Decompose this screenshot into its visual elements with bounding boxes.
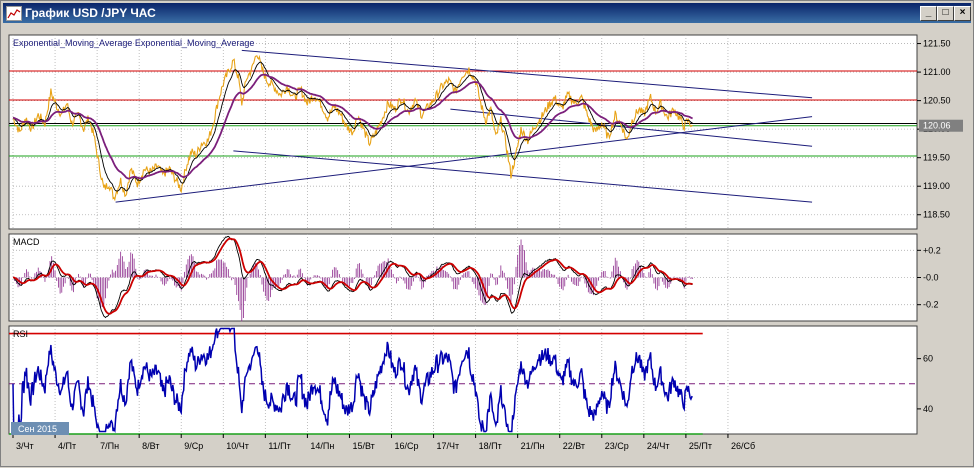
y-axis-labels: 121.50121.00120.50120.00119.50119.00118.… (917, 39, 951, 414)
close-button[interactable]: × (954, 6, 971, 21)
current-price-label: 120.06 (923, 121, 951, 131)
x-tick-label: 7/Пн (100, 441, 119, 451)
macd-y-tick-label: -0.0 (923, 273, 939, 283)
title-bar[interactable]: График USD /JPY ЧАС _ □ × (3, 3, 971, 23)
x-tick-label: 9/Ср (184, 441, 203, 451)
macd-panel-title: MACD (13, 237, 40, 247)
x-tick-label: 4/Пт (58, 441, 76, 451)
x-tick-label: 11/Пт (268, 441, 290, 451)
price-y-tick-label: 121.00 (923, 67, 951, 77)
price-panel-title: Exponential_Moving_Average Exponential_M… (13, 38, 254, 48)
restore-button[interactable]: □ (937, 6, 954, 21)
x-tick-label: 14/Пн (310, 441, 334, 451)
minimize-button[interactable]: _ (920, 6, 937, 21)
x-tick-label: 16/Ср (395, 441, 419, 451)
chart-app-icon (6, 6, 22, 21)
price-y-tick-label: 118.50 (923, 210, 950, 220)
window-title: График USD /JPY ЧАС (25, 6, 156, 20)
price-y-tick-label: 120.50 (923, 96, 951, 106)
x-tick-label: 3/Чт (16, 441, 34, 451)
x-tick-label: 24/Чт (647, 441, 670, 451)
rsi-y-tick-label: 40 (923, 404, 933, 414)
macd-y-tick-label: +0.2 (923, 245, 941, 255)
macd-y-tick-label: -0.2 (923, 300, 939, 310)
x-tick-label: 17/Чт (437, 441, 460, 451)
x-tick-label: 8/Вт (142, 441, 159, 451)
chart-area[interactable]: 121.50121.00120.50120.00119.50119.00118.… (1, 25, 974, 468)
date-tooltip: Сен 2015 (11, 422, 69, 435)
rsi-panel (8, 325, 918, 435)
x-tick-label: 23/Ср (605, 441, 629, 451)
rsi-panel-title: RSI (13, 329, 28, 339)
x-tick-label: 22/Вт (563, 441, 585, 451)
x-tick-label: 15/Вт (352, 441, 374, 451)
rsi-y-tick-label: 60 (923, 354, 933, 364)
x-tick-label: 18/Пт (479, 441, 502, 451)
chart-window: График USD /JPY ЧАС _ □ × 121.50 121.00 12… (0, 0, 974, 467)
price-y-tick-label: 121.50 (923, 39, 951, 49)
price-y-tick-label: 119.50 (923, 153, 950, 163)
price-y-tick-label: 119.00 (923, 181, 950, 191)
x-tick-label: 21/Пн (521, 441, 545, 451)
current-price-tag: 120.06 (919, 119, 963, 132)
x-tick-label: 10/Чт (226, 441, 249, 451)
x-tick-label: 25/Пт (689, 441, 712, 451)
x-axis-labels: 3/Чт 4/Пт 7/Пн 8/Вт 9/Ср 10/Чт 11/Пт 14/Пн 15/Вт… (12, 434, 755, 451)
x-tick-label: 26/Сб (731, 441, 755, 451)
date-tooltip-text: Сен 2015 (18, 424, 57, 434)
